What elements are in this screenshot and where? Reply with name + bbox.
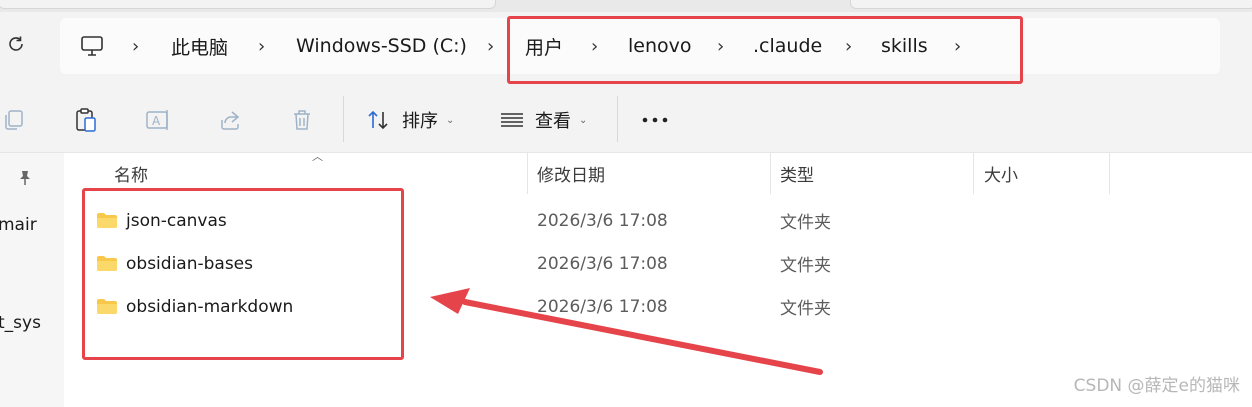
watermark: CSDN @薛定e的猫咪 [1073,376,1240,396]
annotation-arrow [430,288,823,375]
